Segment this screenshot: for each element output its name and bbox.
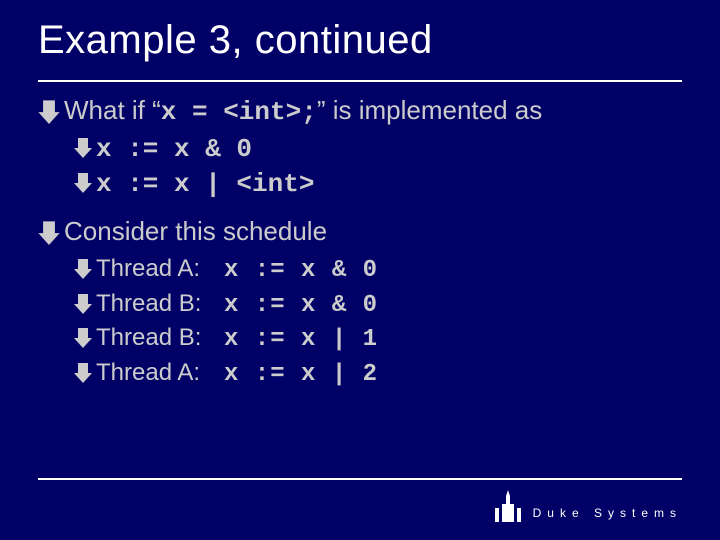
schedule-label: Thread B: [96,322,201,354]
down-arrow-icon [74,167,92,199]
footer-divider [38,478,682,480]
title-underline [38,80,682,82]
schedule-label: Thread A: [96,253,200,285]
schedule-label: Thread A: [96,357,200,389]
bullet1-prefix: What if “ [64,95,161,125]
schedule-code: x := x | 2 [224,359,378,391]
schedule-code: x := x | 1 [224,324,378,356]
bullet1-suffix: ” is implemented as [317,95,542,125]
slide-title: Example 3, continued [0,0,720,63]
bullet2-text: Consider this schedule [64,214,327,249]
schedule-label: Thread B: [96,288,201,320]
bullet-text: What if “x = <int>;” is implemented as [64,93,542,130]
schedule-row: Thread B: x := x | 1 [74,322,682,356]
sub2-code: x := x | <int> [96,167,314,202]
down-arrow-icon [74,322,92,354]
slide-content: What if “x = <int>;” is implemented as x… [0,63,720,391]
down-arrow-icon [74,288,92,320]
down-arrow-icon [74,132,92,164]
schedule-row: Thread B: x := x & 0 [74,288,682,322]
down-arrow-icon [74,253,92,285]
chapel-icon [493,490,523,522]
bullet1-code: x = <int>; [161,97,317,127]
sub1-code: x := x & 0 [96,132,252,167]
sub-bullet-2: x := x | <int> [38,167,682,202]
slide: Example 3, continued What if “x = <int>;… [0,0,720,540]
schedule-code: x := x & 0 [224,290,378,322]
down-arrow-icon [74,357,92,389]
bullet-consider: Consider this schedule [38,214,682,249]
footer-logo: Duke Systems [493,490,682,522]
schedule-code: x := x & 0 [224,255,378,287]
schedule-row: Thread A: x := x | 2 [74,357,682,391]
schedule-list: Thread A: x := x & 0 Thread B: x := x & … [38,253,682,391]
sub-bullet-1: x := x & 0 [38,132,682,167]
down-arrow-icon [38,215,60,250]
down-arrow-icon [38,94,60,129]
bullet-whatif: What if “x = <int>;” is implemented as [38,93,682,130]
schedule-row: Thread A: x := x & 0 [74,253,682,287]
footer-brand-text: Duke Systems [533,506,682,522]
